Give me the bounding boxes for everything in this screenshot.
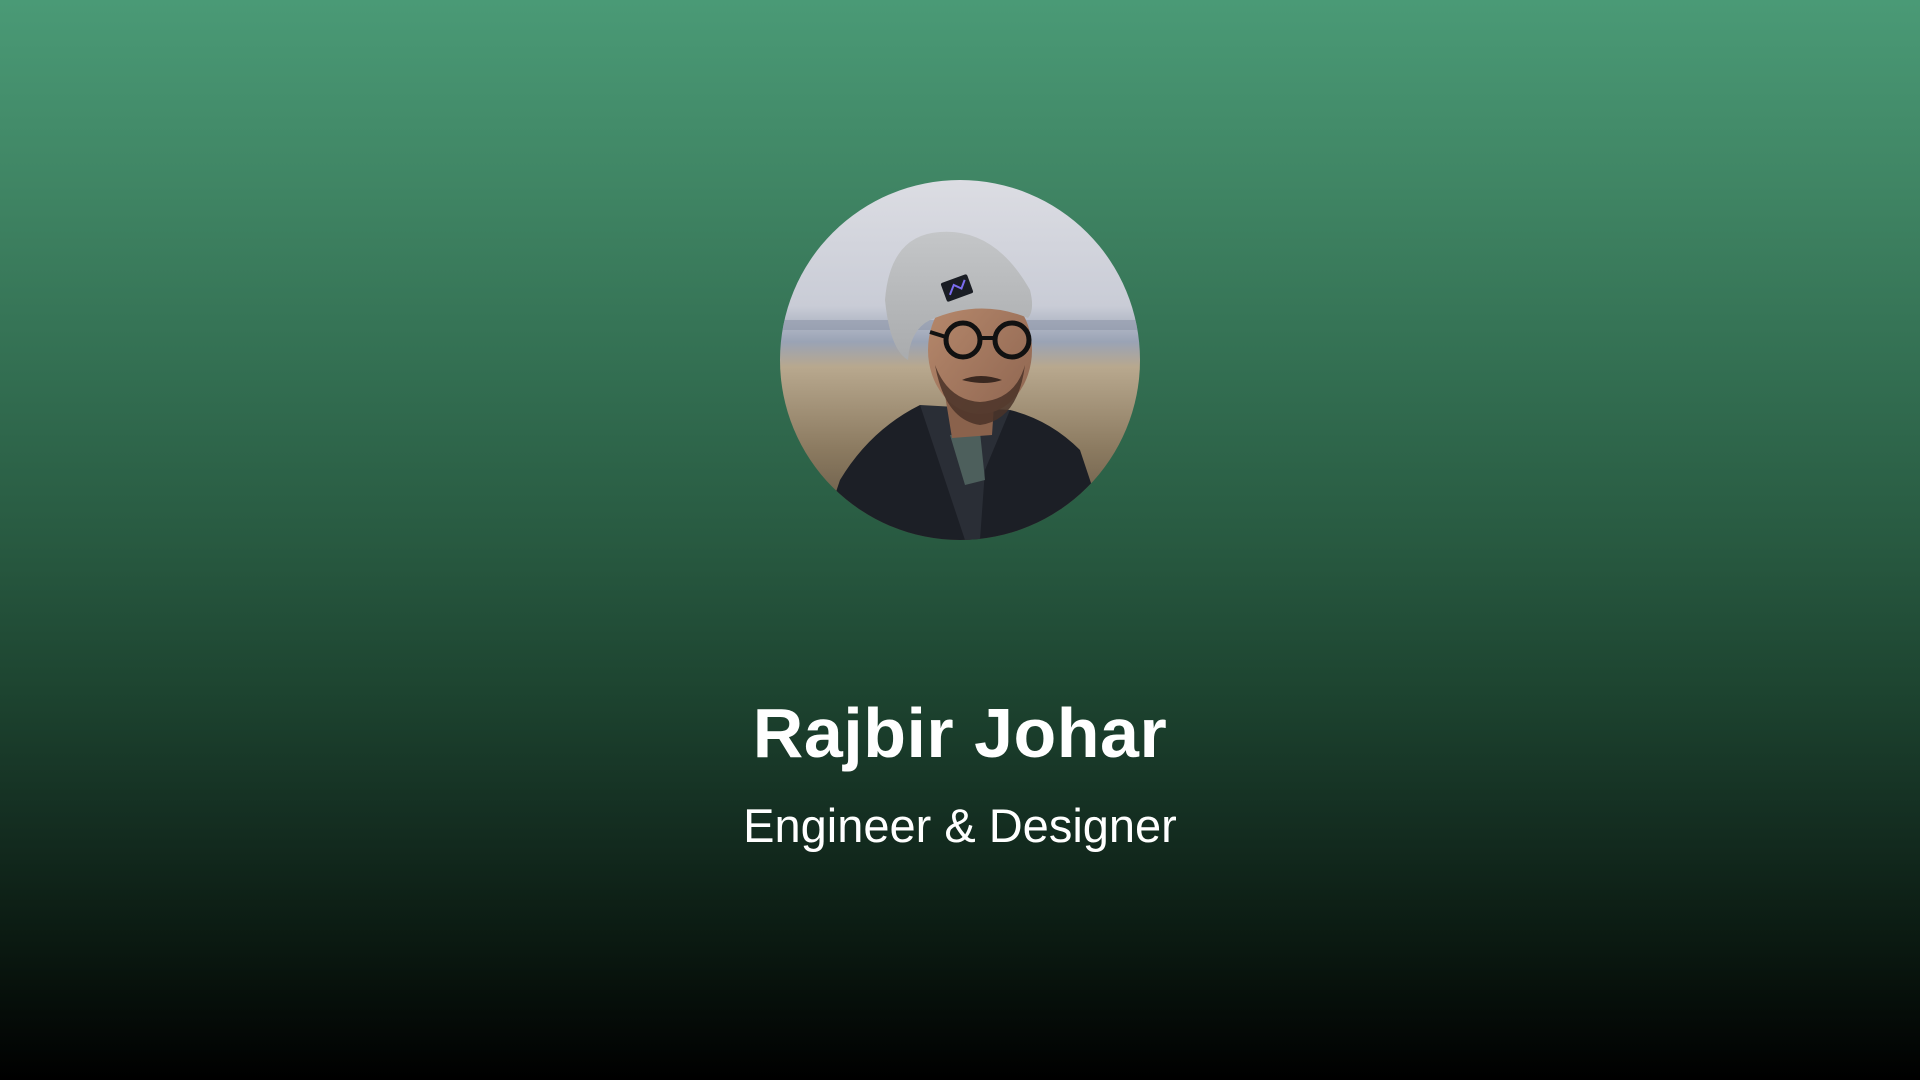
profile-role: Engineer & Designer — [743, 799, 1177, 852]
avatar-photo — [780, 180, 1140, 540]
avatar — [780, 180, 1140, 540]
profile-page: Rajbir Johar Engineer & Designer — [0, 0, 1920, 1080]
profile-name: Rajbir Johar — [752, 694, 1168, 772]
